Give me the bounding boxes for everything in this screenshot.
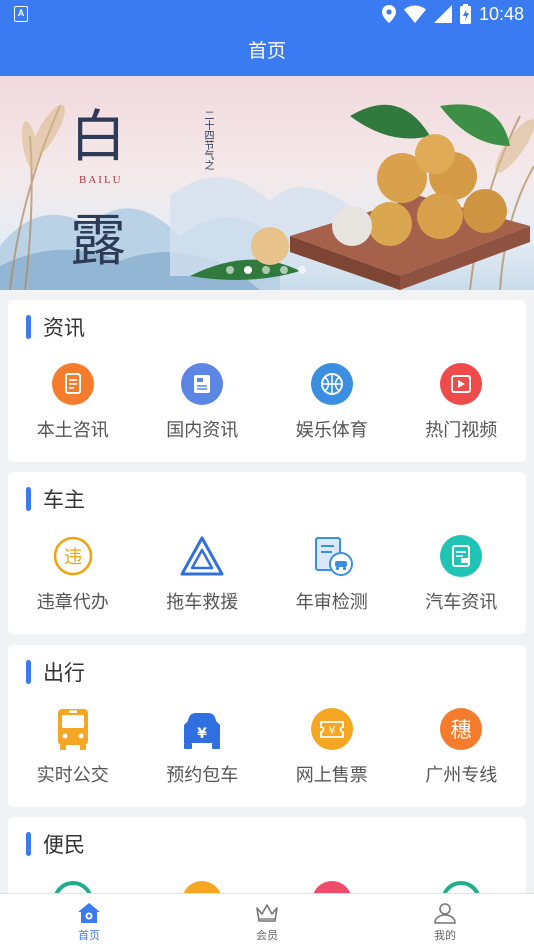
banner-carousel[interactable]: 白 BAILU 露 二十四节气之	[0, 76, 534, 290]
menu-item-charter[interactable]: ¥ 预约包车	[138, 707, 268, 787]
violation-icon: 违	[51, 534, 95, 578]
signal-icon	[433, 5, 452, 23]
menu-item-guangzhou-line[interactable]: 穗 广州专线	[397, 707, 527, 787]
charter-car-icon: ¥	[180, 707, 224, 751]
wifi-icon	[403, 5, 426, 23]
menu-item-ticket[interactable]: ¥ 网上售票	[267, 707, 397, 787]
notification-icon: A	[14, 6, 28, 22]
section-travel: 出行 实时公交 ¥ 预约包车 ¥ 网上售票 穗 广州专线	[8, 645, 526, 807]
section-car-owner: 车主 违 违章代办 拖车救援 年审检测 汽车资讯	[8, 472, 526, 634]
car-inspection-icon	[310, 534, 354, 578]
ticket-icon: ¥	[310, 707, 354, 751]
tab-mine[interactable]: 我的	[356, 894, 534, 951]
section-marker	[26, 832, 31, 856]
home-icon	[78, 903, 100, 923]
menu-item-local-news[interactable]: 本土咨讯	[8, 362, 138, 442]
section-marker	[26, 487, 31, 511]
menu-item-label: 实时公交	[36, 765, 109, 786]
menu-item-label: 违章代办	[36, 592, 109, 613]
menu-item-domestic-news[interactable]: 国内资讯	[138, 362, 268, 442]
carousel-dot[interactable]	[226, 266, 234, 274]
bottom-tab-bar: 首页 会员 我的	[0, 893, 534, 951]
banner-title-char-1: 白	[70, 105, 126, 170]
menu-item-bus[interactable]: 实时公交	[8, 707, 138, 787]
section-marker	[26, 660, 31, 684]
basketball-icon	[310, 362, 354, 406]
tab-member[interactable]: 会员	[178, 894, 356, 951]
menu-item-label: 本土咨讯	[36, 420, 109, 441]
video-play-icon	[439, 362, 483, 406]
location-icon	[381, 5, 396, 23]
menu-item-label: 热门视频	[425, 420, 498, 441]
warning-triangle-icon	[180, 534, 224, 578]
section-title: 资讯	[43, 316, 85, 340]
carousel-dot[interactable]	[280, 266, 288, 274]
bus-icon	[51, 707, 95, 751]
battery-icon	[459, 4, 471, 24]
menu-item-label: 广州专线	[425, 765, 498, 786]
menu-item-label: 年审检测	[295, 592, 368, 613]
menu-item-label: 汽车资讯	[425, 592, 498, 613]
menu-item-sports[interactable]: 娱乐体育	[267, 362, 397, 442]
carousel-dot[interactable]	[298, 266, 306, 274]
menu-item-videos[interactable]: 热门视频	[397, 362, 527, 442]
status-bar: A 10:48	[0, 0, 534, 28]
car-news-icon	[439, 534, 483, 578]
menu-item-car-news[interactable]: 汽车资讯	[397, 534, 527, 614]
section-marker	[26, 315, 31, 339]
banner-subtitle: BAILU	[79, 174, 123, 186]
menu-item-label: 网上售票	[295, 765, 368, 786]
news-icon	[180, 362, 224, 406]
menu-item-towing[interactable]: 拖车救援	[138, 534, 268, 614]
charter-glyph: ¥	[197, 726, 207, 742]
carousel-dot[interactable]	[262, 266, 270, 274]
menu-item-label: 娱乐体育	[295, 420, 368, 441]
guangzhou-glyph: 穗	[451, 718, 472, 742]
violation-glyph: 违	[64, 547, 82, 568]
menu-item-label: 拖车救援	[166, 592, 239, 613]
document-icon	[51, 362, 95, 406]
page-title: 首页	[0, 28, 534, 76]
carousel-dot[interactable]	[244, 266, 252, 274]
menu-item-violation[interactable]: 违 违章代办	[8, 534, 138, 614]
menu-item-inspection[interactable]: 年审检测	[267, 534, 397, 614]
section-news: 资讯 本土咨讯 国内资讯 娱乐体育 热门视频	[8, 300, 526, 462]
carousel-indicator	[226, 266, 306, 274]
menu-item-label: 国内资讯	[166, 420, 239, 441]
section-title: 车主	[43, 488, 85, 512]
tab-home[interactable]: 首页	[0, 894, 178, 951]
section-title: 出行	[43, 661, 85, 685]
crown-icon	[256, 904, 278, 922]
tab-label: 我的	[434, 929, 456, 942]
section-title: 便民	[43, 833, 85, 857]
tab-label: 会员	[256, 929, 278, 942]
user-icon	[434, 903, 456, 924]
banner-title-char-2: 露	[70, 209, 126, 274]
tab-label: 首页	[78, 929, 100, 942]
guangzhou-line-icon: 穗	[439, 707, 483, 751]
ticket-glyph: ¥	[328, 724, 335, 737]
banner-tag: 二十四节气之	[202, 110, 213, 170]
menu-item-label: 预约包车	[166, 765, 239, 786]
status-time: 10:48	[478, 3, 524, 24]
